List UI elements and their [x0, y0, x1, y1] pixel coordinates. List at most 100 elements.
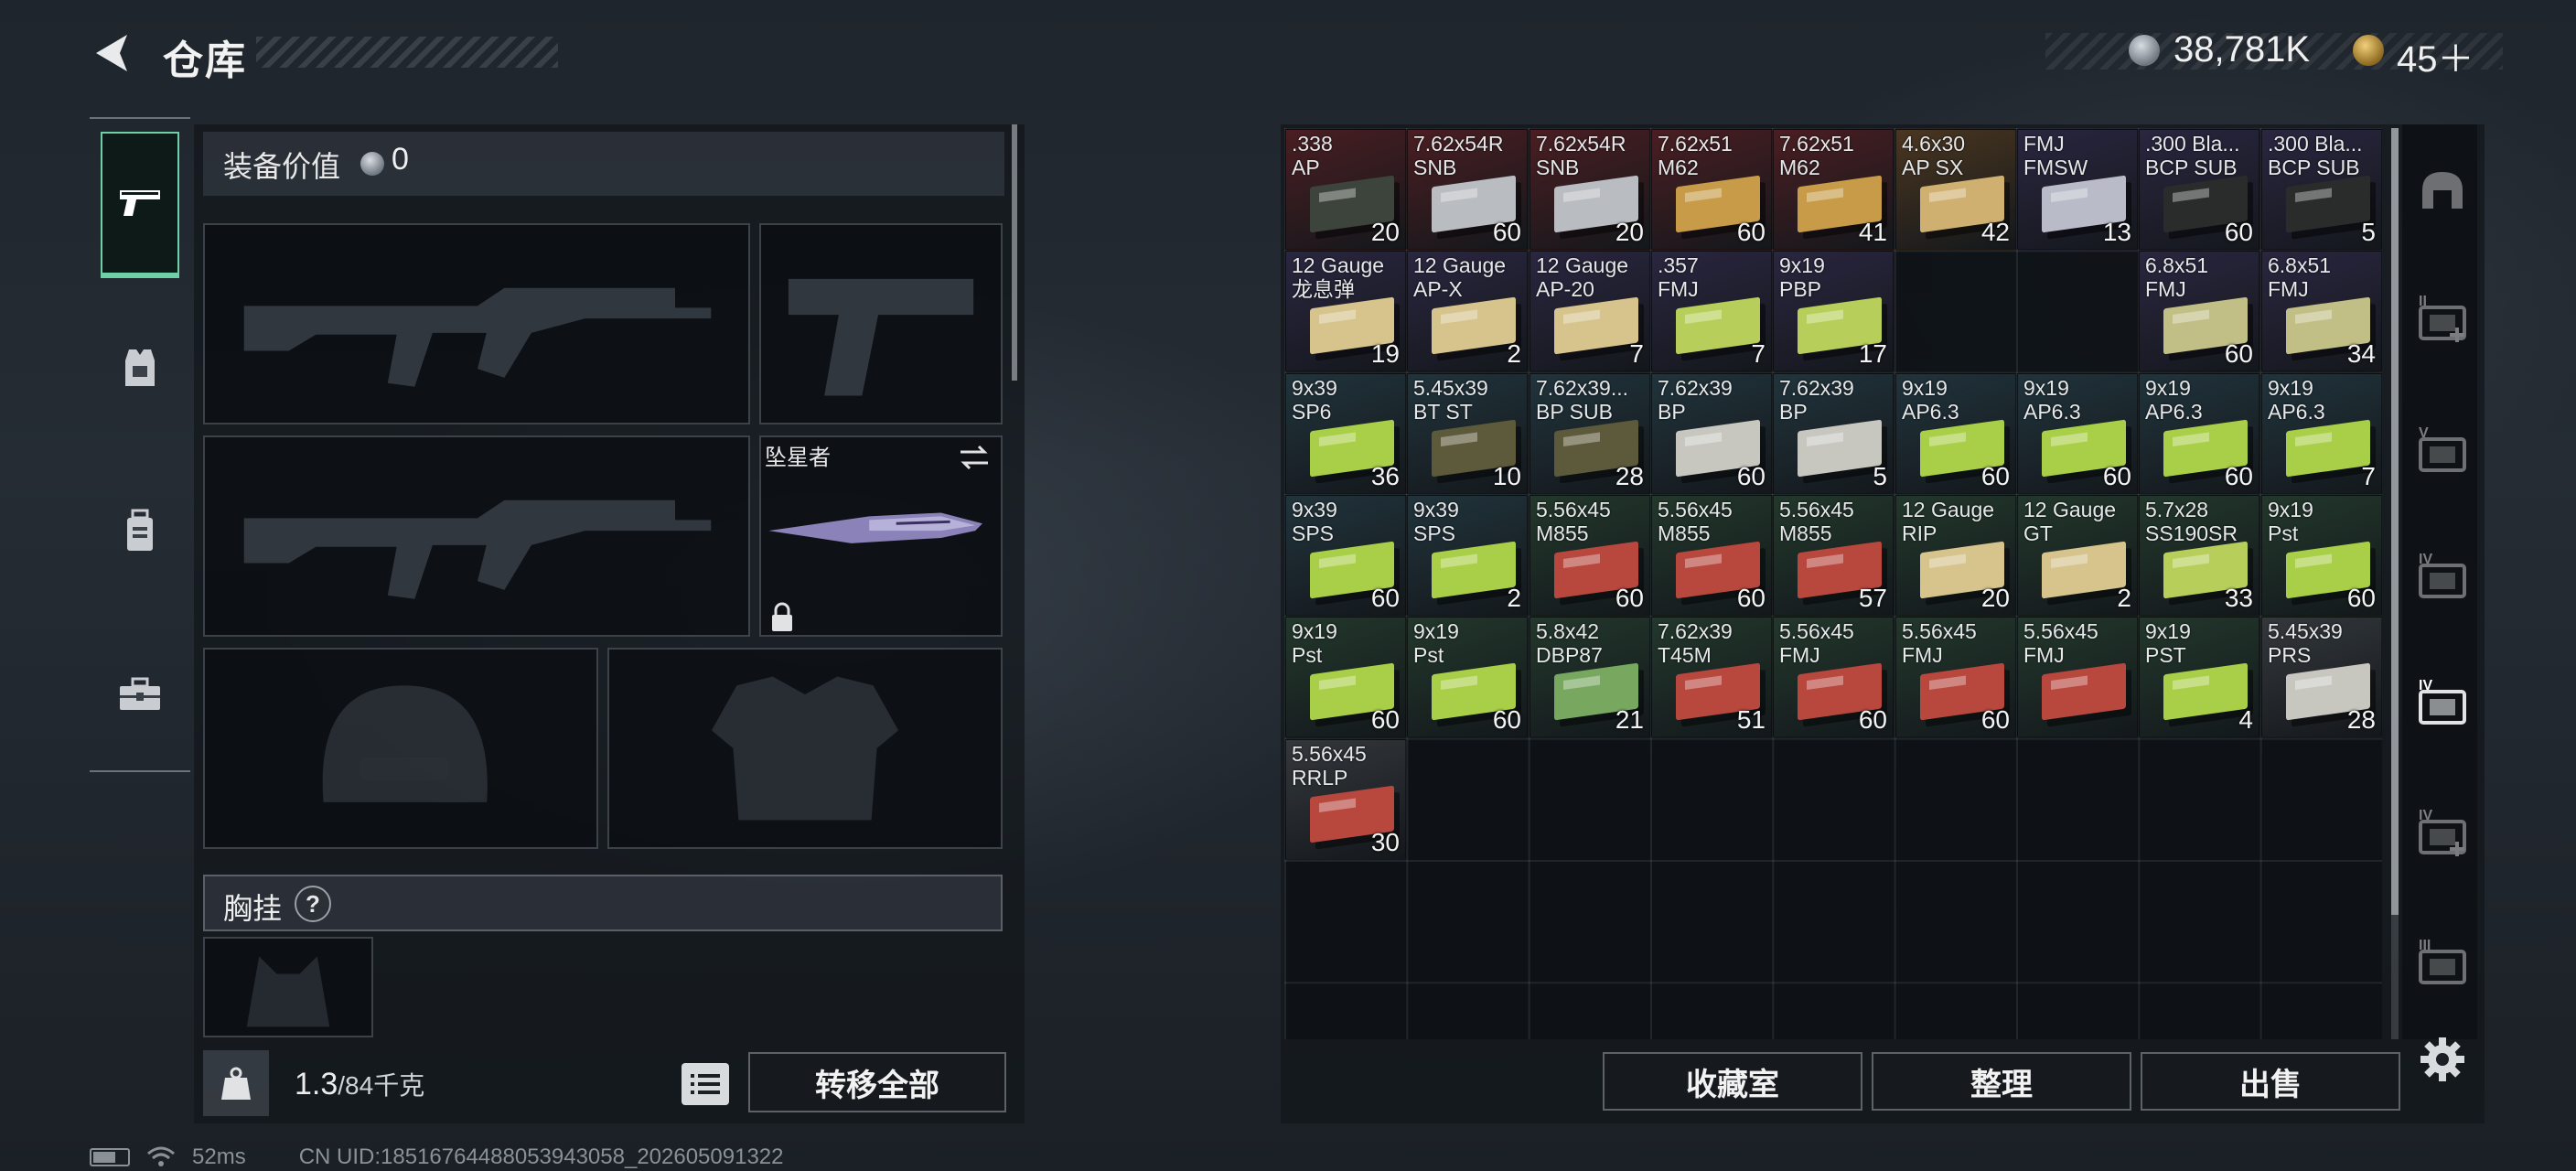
help-button[interactable]: ? [295, 886, 331, 922]
storage-item[interactable]: 4.6x30 AP SX 42 [1895, 129, 2016, 250]
rail-item-weapons[interactable] [101, 132, 179, 278]
chest-rig-label: 胸挂 [223, 892, 283, 925]
ammo-box-icon [1676, 296, 1760, 355]
wifi-icon [147, 1146, 175, 1166]
storage-item[interactable]: 9x19 PBP 17 [1773, 251, 1894, 371]
storage-item[interactable]: 5.56x45 M855 60 [1530, 495, 1650, 616]
item-name: 9x19 PST [2145, 619, 2191, 667]
storage-item[interactable]: 9x19 AP6.3 60 [2139, 373, 2259, 494]
category-rail [90, 117, 190, 772]
armor-slot[interactable] [607, 648, 1003, 849]
storage-item[interactable]: 5.7x28 SS190SR 33 [2139, 495, 2259, 616]
storage-item[interactable]: 5.45x39 PRS 28 [2261, 617, 2382, 737]
storage-item[interactable]: 5.56x45 M855 57 [1773, 495, 1894, 616]
storage-item[interactable]: 5.56x45 RRLP 30 [1285, 739, 1406, 860]
title-decoration [256, 37, 558, 68]
secondary-weapon-slot[interactable] [203, 435, 750, 637]
storage-item[interactable]: 6.8x51 FMJ 34 [2261, 251, 2382, 371]
storage-item[interactable]: FMJ FMSW 13 [2017, 129, 2138, 250]
sell-button[interactable]: 出售 [2141, 1052, 2400, 1111]
item-name: 5.8x42 DBP87 [1536, 619, 1603, 667]
storage-item[interactable]: 5.56x45 M855 60 [1651, 495, 1772, 616]
rifle-silhouette-icon [243, 500, 712, 599]
storage-item[interactable]: 5.56x45 FMJ [2017, 617, 2138, 737]
storage-item[interactable]: 9x19 AP6.3 60 [2017, 373, 2138, 494]
storage-item[interactable]: 5.56x45 FMJ 60 [1895, 617, 2016, 737]
storage-item[interactable]: 12 Gauge AP-X 2 [1407, 251, 1528, 371]
list-view-button[interactable] [682, 1063, 729, 1105]
storage-item[interactable]: 9x19 PST 4 [2139, 617, 2259, 737]
storage-item[interactable]: 7.62x54R SNB 20 [1530, 129, 1650, 250]
item-count: 42 [1980, 218, 2010, 246]
item-name: 9x39 SPS [1413, 498, 1459, 545]
item-count: 28 [2346, 705, 2376, 734]
coin-balance[interactable]: 38,781K [2174, 29, 2310, 70]
storage-item[interactable]: 9x19 Pst 60 [2261, 495, 2382, 616]
storage-item[interactable]: 9x19 Pst 60 [1407, 617, 1528, 737]
storage-iv-icon[interactable]: IV [2415, 549, 2470, 604]
storage-item[interactable]: .357 FMJ 7 [1651, 251, 1772, 371]
toolbox-icon [120, 677, 160, 710]
helmet-slot[interactable] [203, 648, 598, 849]
item-count: 7 [2361, 462, 2376, 490]
ammo-box-icon [1554, 296, 1638, 355]
storage-item[interactable]: 12 Gauge GT 2 [2017, 495, 2138, 616]
storage-item[interactable]: 7.62x39 T45M 51 [1651, 617, 1772, 737]
swap-icon[interactable] [957, 443, 992, 472]
folder-storage-icon[interactable]: IV [2415, 675, 2470, 730]
collection-room-button[interactable]: 收藏室 [1603, 1052, 1862, 1111]
pistol-icon [120, 190, 160, 216]
storage-item[interactable]: 7.62x51 M62 60 [1651, 129, 1772, 250]
page-level-label: IV [2419, 678, 2432, 693]
panel-scrollbar[interactable] [1012, 124, 1017, 381]
item-count: 60 [1492, 705, 1521, 734]
chest-rig-slot[interactable] [203, 937, 373, 1037]
pistol-slot[interactable] [759, 223, 1003, 424]
storage-item[interactable]: 9x19 Pst 60 [1285, 617, 1406, 737]
rail-item-armor[interactable] [101, 295, 179, 441]
rail-item-tools[interactable] [101, 620, 179, 767]
weight-indicator [203, 1050, 269, 1116]
transfer-all-button[interactable]: 转移全部 [748, 1052, 1006, 1112]
storage-v-icon[interactable]: V [2415, 423, 2470, 478]
storage-item[interactable]: 9x39 SP6 36 [1285, 373, 1406, 494]
storage-iii-icon[interactable]: III [2415, 935, 2470, 990]
storage-item[interactable]: 7.62x39 BP 5 [1773, 373, 1894, 494]
storage-item[interactable]: 9x39 SPS 60 [1285, 495, 1406, 616]
storage-item[interactable]: 7.62x39 BP 60 [1651, 373, 1772, 494]
ammo-box-icon [2286, 419, 2370, 478]
bond-balance[interactable]: 45＋ [2397, 29, 2474, 82]
storage-item[interactable]: 7.62x54R SNB 60 [1407, 129, 1528, 250]
storage-item[interactable]: 9x39 SPS 2 [1407, 495, 1528, 616]
organize-button[interactable]: 整理 [1872, 1052, 2131, 1111]
add-storage-icon[interactable]: II [2415, 291, 2470, 346]
storage-item[interactable]: 9x19 AP6.3 7 [2261, 373, 2382, 494]
add-storage-icon[interactable]: IV [2415, 805, 2470, 860]
storage-item[interactable]: 7.62x51 M62 41 [1773, 129, 1894, 250]
page-level-label: IV [2419, 808, 2432, 823]
storage-item[interactable]: 12 Gauge AP-20 7 [1530, 251, 1650, 371]
storage-item[interactable]: 5.56x45 FMJ 60 [1773, 617, 1894, 737]
helmet-icon[interactable] [2415, 165, 2470, 220]
storage-item[interactable]: .338 AP 20 [1285, 129, 1406, 250]
storage-item[interactable]: 5.8x42 DBP87 21 [1530, 617, 1650, 737]
back-button[interactable] [87, 27, 138, 79]
storage-item[interactable]: 7.62x39... BP SUB 28 [1530, 373, 1650, 494]
storage-item[interactable]: 12 Gauge RIP 20 [1895, 495, 2016, 616]
storage-scrollbar[interactable] [2391, 128, 2399, 915]
item-name: 12 Gauge GT [2023, 498, 2117, 545]
item-count: 17 [1858, 339, 1887, 368]
rail-item-rig[interactable] [101, 457, 179, 604]
storage-grid: .338 AP 20 7.62x54R SNB 60 7.62x54R SNB 20 7.6… [1284, 128, 2382, 1039]
storage-item[interactable]: 12 Gauge 龙息弹 19 [1285, 251, 1406, 371]
item-name: 4.6x30 AP SX [1902, 132, 1966, 179]
item-name: FMJ FMSW [2023, 132, 2088, 179]
settings-gear-icon[interactable] [2417, 1034, 2468, 1085]
storage-item[interactable]: 5.45x39 BT ST 10 [1407, 373, 1528, 494]
storage-item[interactable]: 9x19 AP6.3 60 [1895, 373, 2016, 494]
storage-item[interactable]: .300 Bla... BCP SUB 60 [2139, 129, 2259, 250]
storage-item[interactable]: .300 Bla... BCP SUB 5 [2261, 129, 2382, 250]
pistol-silhouette-icon [788, 278, 974, 396]
primary-weapon-slot[interactable] [203, 223, 750, 424]
storage-item[interactable]: 6.8x51 FMJ 60 [2139, 251, 2259, 371]
